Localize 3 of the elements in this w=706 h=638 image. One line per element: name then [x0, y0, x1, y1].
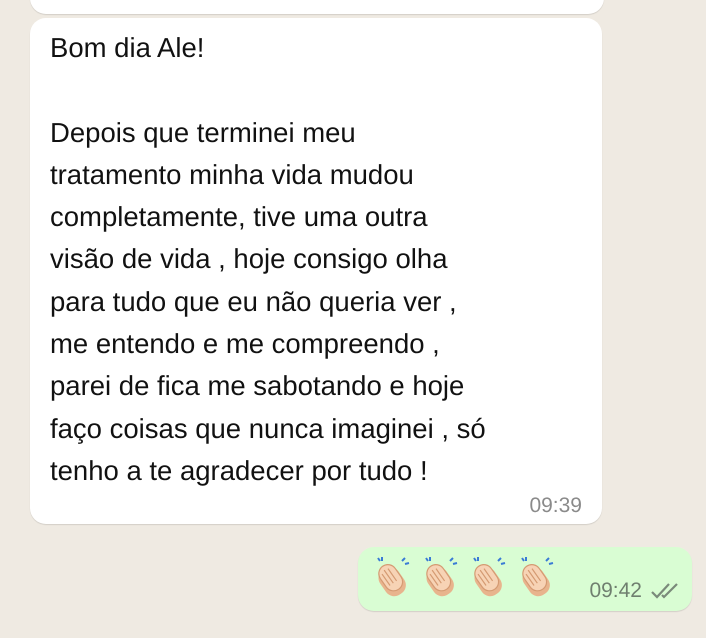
message-time: 09:42 [589, 579, 642, 604]
message-text: Bom dia Ale! Depois que terminei meu tratamento minha vida mudou completamente, tive uma outra visão de vida , hoje consigo olha para tudo que eu não queria ver , me entendo e me compreendo , parei de fica me sabotando e hoje faço coisas que nunca imaginei , só tenho a te agradecer por tudo ! [50, 31, 486, 488]
message-time: 09:39 [529, 494, 582, 518]
